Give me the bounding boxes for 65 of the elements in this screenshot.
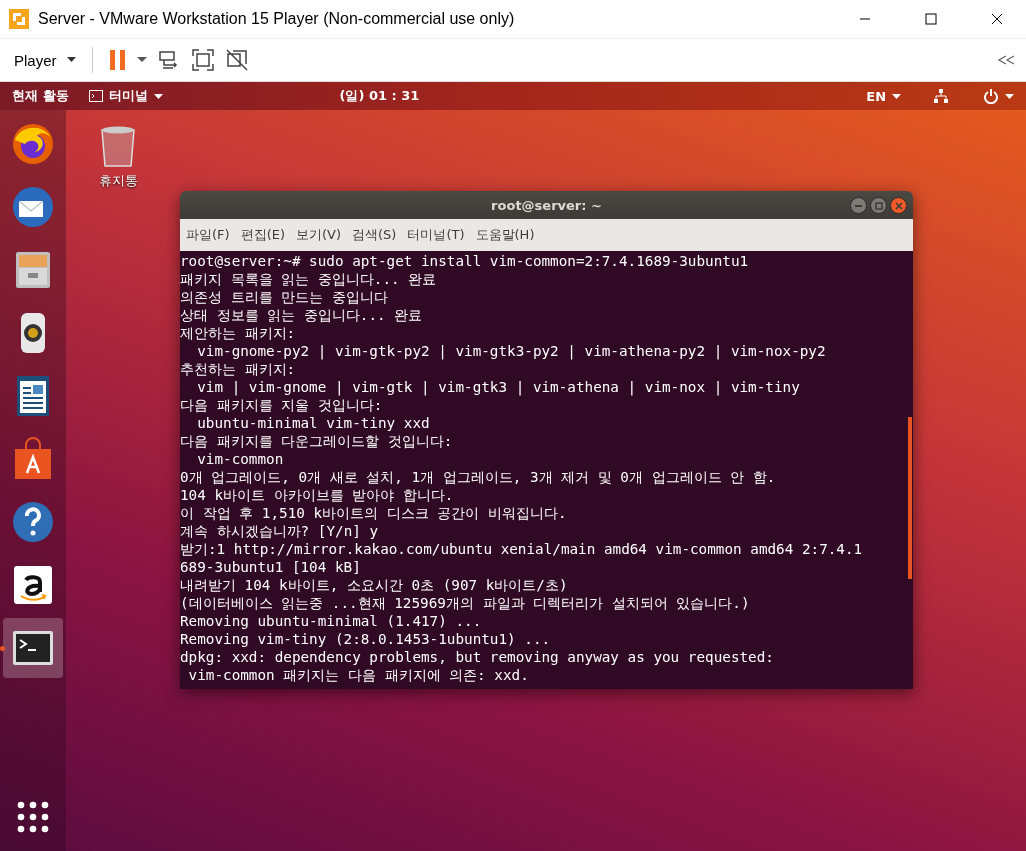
fullscreen-icon[interactable]	[190, 48, 215, 72]
menu-item[interactable]: 보기(V)	[294, 222, 344, 248]
window-title: Server - VMware Workstation 15 Player (Non-commercial use only)	[38, 10, 515, 28]
terminal-line: vim-common 패키지는 다음 패키지에 의존: xxd.	[187, 666, 530, 684]
caret-icon	[153, 93, 163, 99]
terminal-line: dpkg: xxd: dependency problems, but removing anyway as you requested:	[180, 648, 775, 666]
window-title: root@server: ~	[491, 197, 602, 213]
dock-item[interactable]	[3, 618, 63, 678]
menu-item[interactable]: 검색(S)	[350, 222, 399, 248]
terminal-line: 패키지 목록을 읽는 중입니다... 완료	[180, 270, 438, 288]
caret-icon[interactable]	[136, 57, 147, 63]
terminal-line: vim-common	[196, 450, 285, 468]
network-icon[interactable]	[933, 88, 949, 104]
terminal-line: Removing vim-tiny (2:8.0.1453-1ubuntu1) ...	[180, 630, 552, 648]
terminal-line: ubuntu-minimal vim-tiny xxd	[196, 414, 431, 432]
desktop-icon-label: 휴지통	[98, 172, 138, 190]
pause-icon[interactable]	[108, 49, 127, 71]
terminal-line: 689-3ubuntu1 [104 kB]	[180, 558, 362, 576]
close-button[interactable]	[890, 197, 907, 214]
terminal-line: root@server:~# sudo apt-get install vim-common=2:7.4.1689-3ubuntu1	[180, 252, 750, 270]
caret-icon	[892, 93, 901, 99]
menu-item[interactable]: 편집(E)	[238, 222, 287, 248]
terminal-line: 0개 업그레이드, 0개 새로 설치, 1개 업그레이드, 3개 제거 및 0개 업그레이드 안 함.	[180, 468, 777, 486]
minimize-icon	[855, 204, 862, 207]
menu-item[interactable]: 도움말(H)	[473, 222, 537, 248]
terminal-line: 상태 정보를 읽는 중입니다... 완료	[180, 306, 424, 324]
terminal-line: 계속 하시겠습니까? [Y/n] y	[180, 522, 380, 540]
trash-icon[interactable]	[98, 124, 138, 168]
terminal-line: 내려받기 104 k바이트, 소요시간 0초 (907 k바이트/초)	[180, 576, 569, 594]
terminal-line: vim | vim-gnome | vim-gtk | vim-gtk3 | vim-athena | vim-nox | vim-tiny	[196, 378, 801, 396]
terminal-line: 다음 패키지를 지울 것입니다:	[180, 396, 384, 414]
unity-mode-icon[interactable]	[224, 48, 249, 72]
terminal-line: vim-gnome-py2 | vim-gtk-py2 | vim-gtk3-py2 | vim-athena-py2 | vim-nox-py2	[196, 342, 827, 360]
app-grid-icon[interactable]	[17, 801, 49, 833]
vmware-logo-icon	[8, 8, 30, 30]
help-icon	[11, 500, 55, 544]
maximize-button[interactable]	[870, 197, 887, 214]
terminal-line: (데이터베이스 읽는중 ...현재 125969개의 파일과 디렉터리가 설치되어 있습니다.)	[180, 594, 751, 612]
collapse-icon[interactable]	[998, 55, 1016, 65]
terminal-line: 104 k바이트 아카이브를 받아야 합니다.	[180, 486, 455, 504]
power-icon[interactable]	[983, 88, 999, 104]
scrollbar-thumb[interactable]	[908, 417, 912, 579]
activities-button[interactable]: 현재 활동	[12, 87, 69, 105]
close-icon	[991, 13, 1003, 25]
maximize-icon	[925, 13, 937, 25]
letter-a-icon	[11, 563, 55, 607]
terminal-line: 추천하는 패키지:	[180, 360, 297, 378]
terminal-icon	[88, 90, 103, 102]
minimize-button[interactable]	[850, 197, 867, 214]
app-menu-button[interactable]: 터미널	[88, 87, 163, 105]
maximize-icon	[874, 201, 883, 210]
terminal-line: 의존성 트리를 만드는 중입니다	[180, 288, 389, 306]
caret-icon[interactable]	[1005, 93, 1014, 99]
language-button[interactable]: EN	[866, 88, 901, 104]
menu-item[interactable]: 파일(F)	[184, 222, 232, 248]
terminal-line: 받기:1 http://mirror.kakao.com/ubuntu xenial/main amd64 vim-common amd64 2:7.4.1	[180, 540, 864, 558]
menu-item[interactable]: 터미널(T)	[405, 222, 467, 248]
clock[interactable]: (일) 01 : 31	[339, 87, 420, 105]
close-icon	[894, 201, 903, 210]
terminal-line: 제안하는 패키지:	[180, 324, 297, 342]
caret-icon	[66, 57, 76, 63]
terminal-line: 다음 패키지를 다운그레이드할 것입니다:	[180, 432, 454, 450]
terminal-line: 이 작업 후 1,510 k바이트의 디스크 공간이 비워집니다.	[180, 504, 568, 522]
terminal-line: Removing ubuntu-minimal (1.417) ...	[180, 612, 483, 630]
player-menu-button[interactable]: Player	[14, 51, 57, 69]
